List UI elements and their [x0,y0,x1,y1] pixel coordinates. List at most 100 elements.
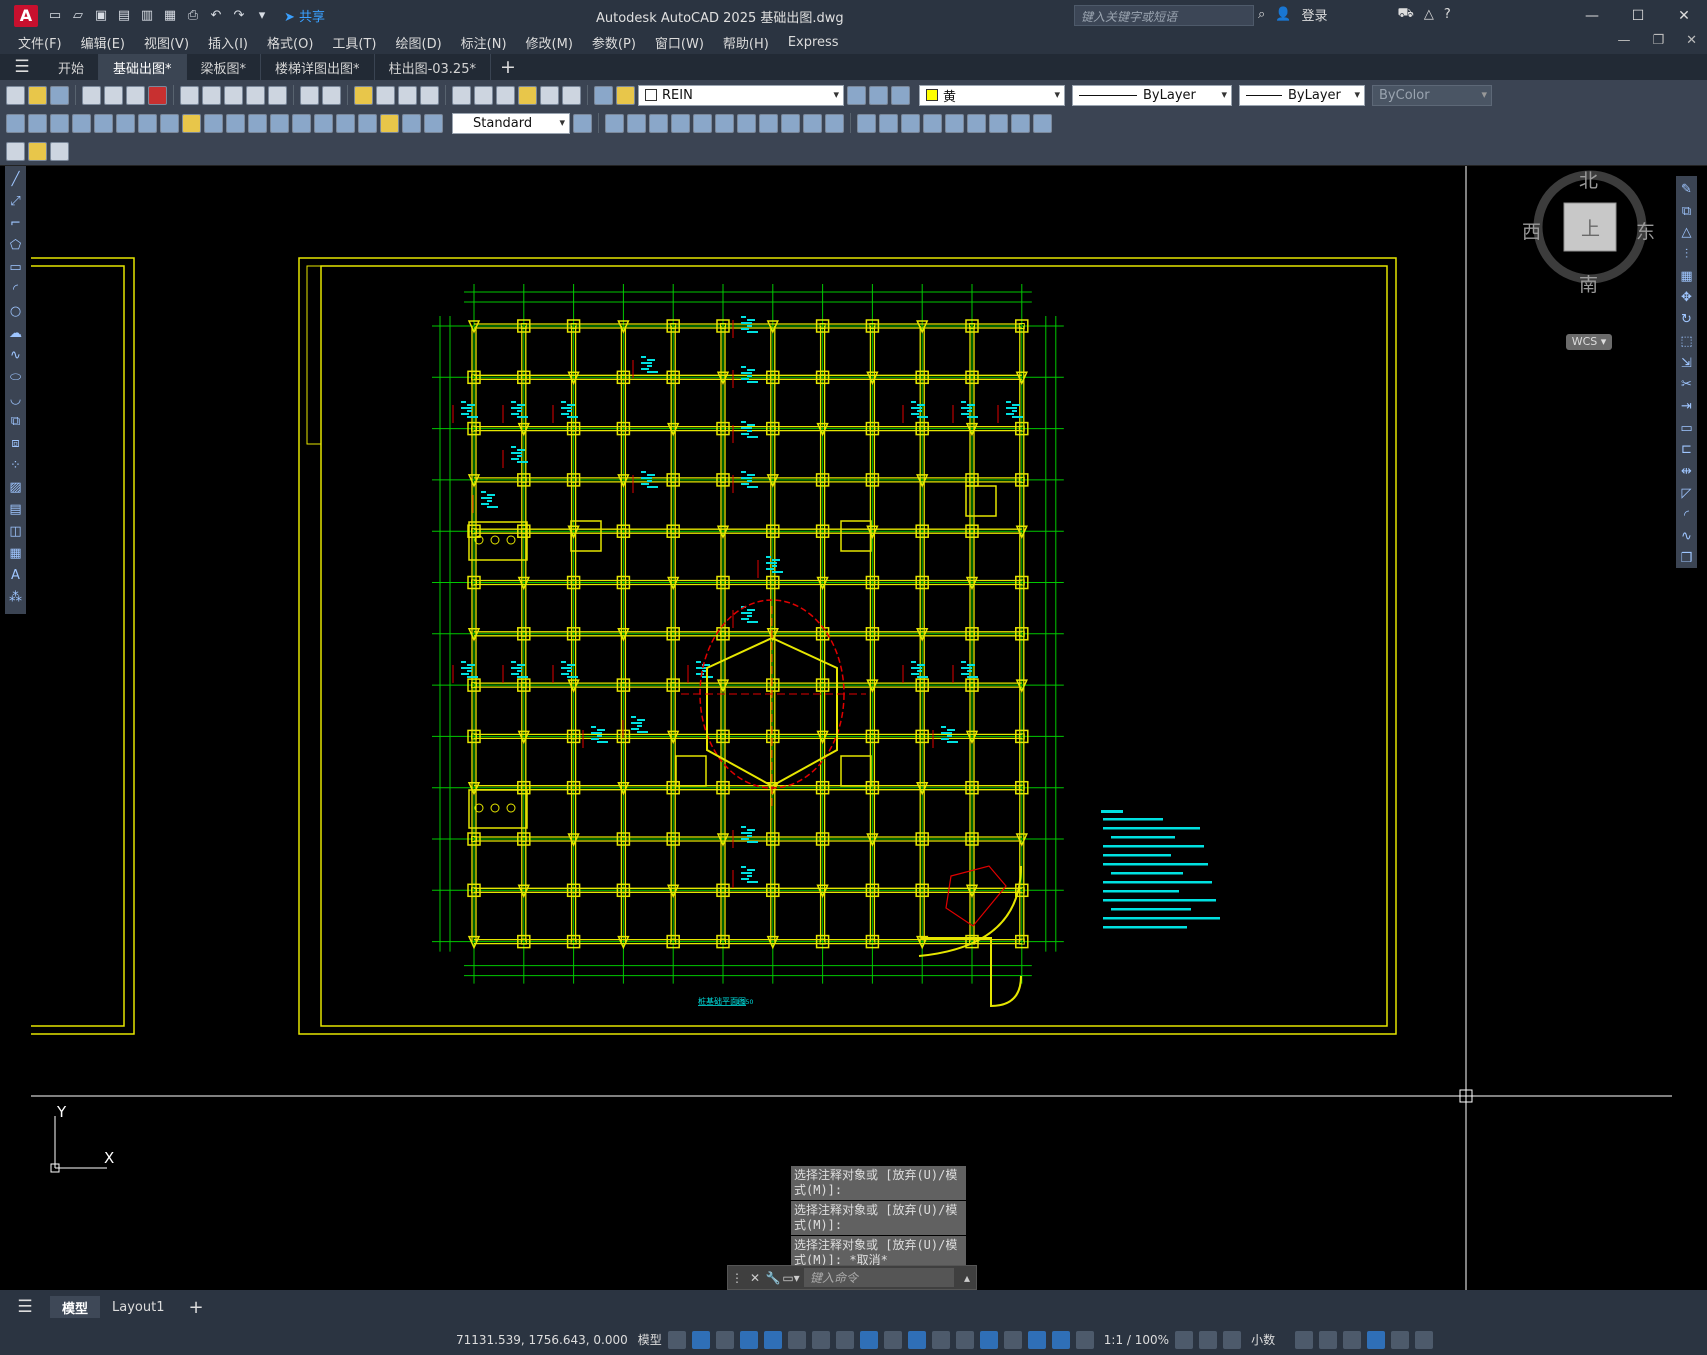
menu-view[interactable]: 视图(V) [144,33,189,52]
hatch-icon[interactable]: ▨ [7,478,24,497]
zoom-realtime-icon[interactable] [376,85,395,105]
center-mark-icon[interactable] [314,113,333,133]
graphics-performance-icon[interactable] [1367,1330,1386,1349]
menu-help[interactable]: 帮助(H) [723,33,769,52]
dimension-style-icon[interactable] [573,113,592,133]
snap-icon[interactable] [691,1330,710,1349]
pdf-icon[interactable] [148,85,167,105]
pan-icon[interactable] [354,85,373,105]
3d-align-icon[interactable] [989,113,1008,133]
viewcube-top-label[interactable]: 上 [1581,214,1600,241]
gradient-icon[interactable]: ▤ [7,500,24,519]
construction-line-icon[interactable]: ⤢ [7,192,24,211]
wcs-menu[interactable]: WCS ▾ [1566,334,1612,350]
continue-icon[interactable] [226,113,245,133]
command-customize-icon[interactable]: 🔧 [764,1271,782,1285]
command-line-grip-icon[interactable]: ⋮ [728,1271,746,1285]
drawing-restore-icon[interactable]: ❐ [1652,33,1664,48]
gizmo-icon[interactable] [1027,1330,1046,1349]
new-icon[interactable] [6,85,25,105]
sheet-set-icon[interactable] [518,85,537,105]
add-selected-icon[interactable]: ⁂ [7,588,24,607]
maximize-button[interactable]: ☐ [1615,0,1661,31]
3d-rotate-icon[interactable] [967,113,986,133]
layer-walk-icon[interactable] [50,141,69,161]
insert-block-side-icon[interactable]: ⧉ [7,412,24,431]
break-icon[interactable]: ⊏ [1678,441,1695,460]
grid-icon[interactable] [667,1330,686,1349]
intersect-icon[interactable] [901,113,920,133]
join-icon[interactable]: ⇹ [1678,462,1695,481]
tab-foundation-drawing[interactable]: 基础出图* [99,54,187,80]
workspace-gear-icon[interactable] [1175,1330,1194,1349]
dimension-text-edit-icon[interactable] [402,113,421,133]
slice-icon[interactable] [923,113,942,133]
help-search-input[interactable]: 键入关键字或短语 [1074,5,1254,26]
file-tabs-menu-icon[interactable]: ☰ [0,54,44,80]
cursor-coordinates[interactable]: 71131.539, 1756.643, 0.000 [456,1333,628,1347]
object-snap-tracking-icon[interactable] [835,1330,854,1349]
annotation-visibility-icon[interactable] [1051,1330,1070,1349]
tab-model[interactable]: 模型 [50,1296,101,1318]
viewcube-south-label[interactable]: 南 [1579,270,1598,297]
dynamic-ucs-icon[interactable] [979,1330,998,1349]
point-icon[interactable]: ⁘ [7,456,24,475]
3d-sphere-icon[interactable] [671,113,690,133]
lineweight-icon[interactable] [883,1330,902,1349]
command-prompt-icon[interactable]: ▭▾ [782,1271,800,1285]
3d-move-icon[interactable] [945,113,964,133]
menu-tools[interactable]: 工具(T) [332,33,376,52]
close-button[interactable]: ✕ [1661,0,1707,31]
save-as-icon[interactable]: ▤ [115,7,133,25]
plot-icon[interactable]: ▦ [161,7,179,25]
redo-icon[interactable]: ↷ [230,7,248,25]
layer-state-icon[interactable] [891,85,910,105]
3d-cone-icon[interactable] [649,113,668,133]
dimension-space-icon[interactable] [248,113,267,133]
menu-edit[interactable]: 编辑(E) [81,33,125,52]
dimension-edit-icon[interactable] [380,113,399,133]
diameter-icon[interactable] [138,113,157,133]
ordinate-icon[interactable] [72,113,91,133]
color-dropdown[interactable]: 黄 ▾ [919,84,1065,106]
clean-screen-icon[interactable] [1391,1330,1410,1349]
subtract-icon[interactable] [879,113,898,133]
zoom-previous-icon[interactable] [420,85,439,105]
autodesk-app-icon[interactable]: △ [1424,7,1434,22]
ellipse-arc-icon[interactable]: ◡ [7,390,24,409]
plot-toolbar-icon[interactable] [82,85,101,105]
open-icon[interactable] [28,85,47,105]
radius-icon[interactable] [94,113,113,133]
layer-previous-icon[interactable] [869,85,888,105]
line-icon[interactable]: ╱ [7,170,24,189]
undo-toolbar-icon[interactable] [300,85,319,105]
region-icon[interactable]: ◫ [7,522,24,541]
add-layout-icon[interactable]: + [176,1296,215,1318]
jogged-icon[interactable] [116,113,135,133]
menu-draw[interactable]: 绘图(D) [396,33,442,52]
lock-ui-icon[interactable] [1319,1330,1338,1349]
linetype-dropdown[interactable]: ByLayer ▾ [1072,84,1232,106]
revision-cloud-icon[interactable]: ☁ [7,324,24,343]
match-properties-icon[interactable] [246,85,265,105]
share-button[interactable]: ➤ 共享 [284,6,325,25]
extrude-icon[interactable] [759,113,778,133]
redo-toolbar-icon[interactable] [322,85,341,105]
transparency-icon[interactable] [907,1330,926,1349]
arc-icon[interactable]: ◜ [7,280,24,299]
design-center-icon[interactable] [474,85,493,105]
selection-filter-icon[interactable] [1003,1330,1022,1349]
viewcube-west-label[interactable]: 西 [1522,217,1541,244]
make-layer-current-icon[interactable] [847,85,866,105]
menu-dimension[interactable]: 标注(N) [461,33,507,52]
infer-constraints-icon[interactable] [715,1330,734,1349]
explode-icon[interactable]: ❒ [1678,549,1695,568]
dynamic-input-icon[interactable] [739,1330,758,1349]
move-icon[interactable]: ✥ [1678,289,1695,308]
layout-menu-icon[interactable]: ☰ [0,1294,50,1320]
undo-icon[interactable]: ↶ [207,7,225,25]
3d-array-icon[interactable] [1011,113,1030,133]
menu-file[interactable]: 文件(F) [18,33,62,52]
publish-toolbar-icon[interactable] [126,85,145,105]
command-close-icon[interactable]: ✕ [746,1271,764,1285]
